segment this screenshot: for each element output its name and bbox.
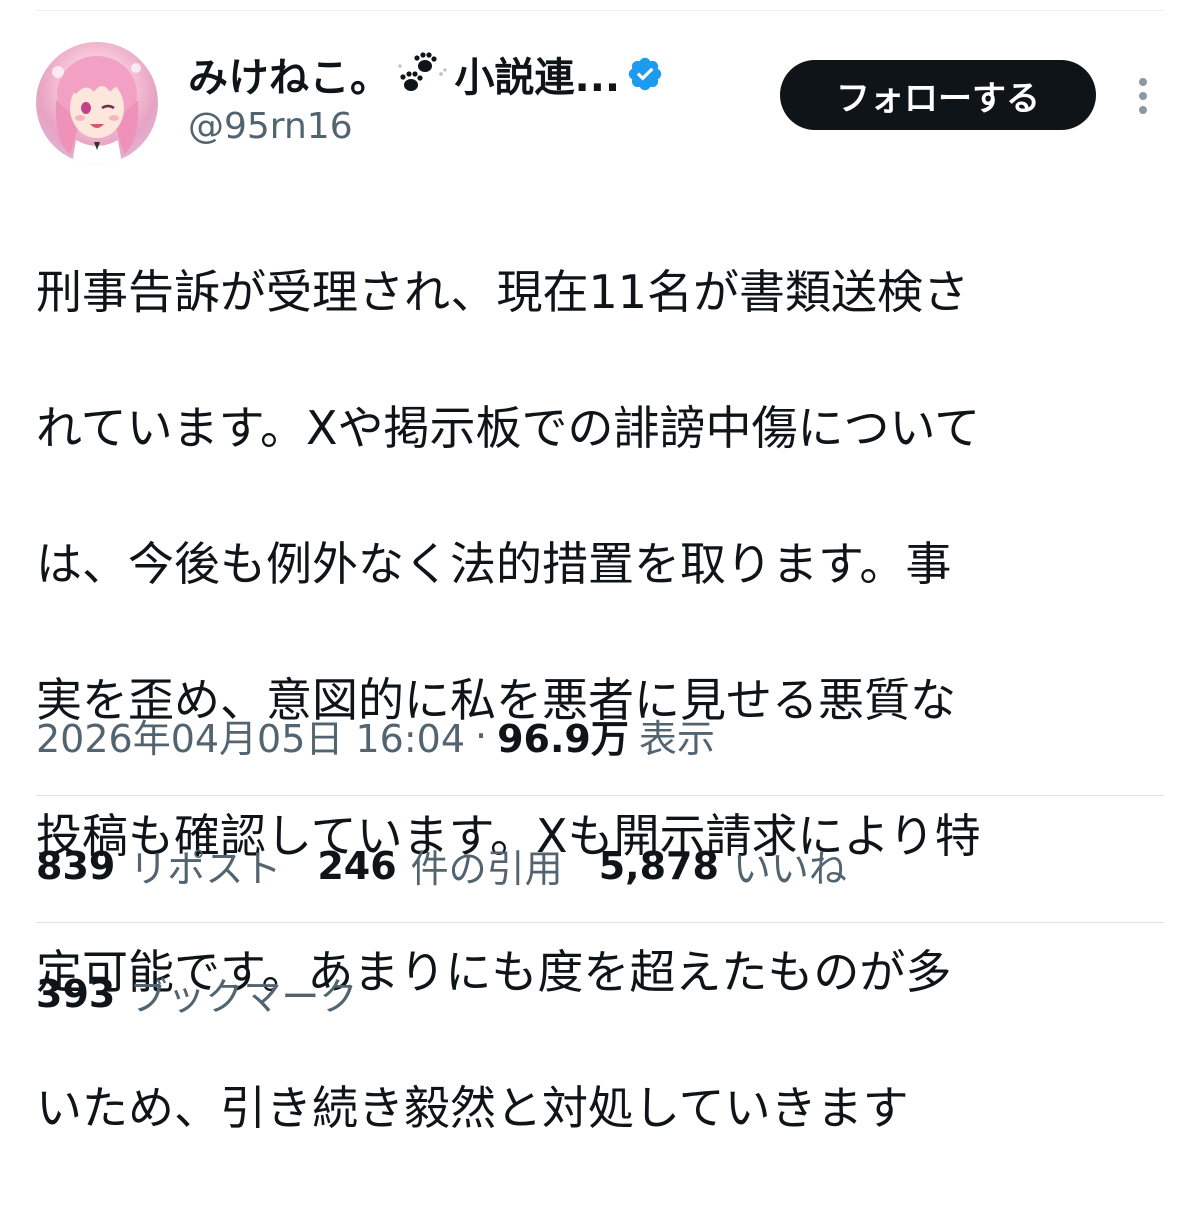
tweet-header: みけねこ。 小説連... @95rn16 フォローする <box>36 40 1164 170</box>
name-block: みけねこ。 小説連... @95rn16 <box>188 46 664 147</box>
quotes-label: 件の引用 <box>410 847 563 891</box>
views-count: 96.9万 <box>497 717 629 761</box>
display-name[interactable]: みけねこ。 <box>188 45 391 103</box>
top-divider <box>36 10 1164 11</box>
divider <box>36 795 1164 796</box>
tweet-text-line: は、今後も例外なく法的措置を取ります。事 <box>36 537 952 591</box>
verified-badge-icon <box>628 57 662 91</box>
engagement-stats: 839 リポスト 246 件の引用 5,878 いいね <box>36 838 883 893</box>
follow-button[interactable]: フォローする <box>780 60 1096 130</box>
tweet-text-line: れています。Xや掲示板での誹謗中傷について <box>36 401 981 455</box>
reposts-stat[interactable]: 839 リポスト <box>36 838 281 893</box>
bookmarks-stat[interactable]: 393 ブックマーク <box>36 966 357 1021</box>
timestamp[interactable]: 2026年04月05日 16:04 <box>36 708 465 763</box>
anime-girl-avatar-icon <box>52 56 141 164</box>
tweet-text-line: いため、引き続き毅然と対処していきます <box>36 1081 909 1135</box>
bookmarks-count: 393 <box>36 971 116 1016</box>
meta-separator: · <box>475 713 488 758</box>
avatar[interactable] <box>36 42 158 164</box>
display-name-rest[interactable]: 小説連... <box>455 45 621 103</box>
quotes-stat[interactable]: 246 件の引用 <box>317 838 562 893</box>
reposts-label: リポスト <box>129 847 282 891</box>
display-name-row[interactable]: みけねこ。 小説連... <box>188 46 664 102</box>
tweet-text: 刑事告訴が受理され、現在11名が書類送検さ れています。Xや掲示板での誹謗中傷に… <box>36 190 1172 1210</box>
divider <box>36 922 1164 923</box>
likes-label: いいね <box>732 847 847 891</box>
paw-prints-icon <box>397 52 447 91</box>
quotes-count: 246 <box>317 843 397 888</box>
likes-stat[interactable]: 5,878 いいね <box>599 838 847 893</box>
tweet-meta: 2026年04月05日 16:04 · 96.9万 表示 <box>36 708 715 763</box>
more-vertical-icon[interactable] <box>1128 74 1158 118</box>
reposts-count: 839 <box>36 843 116 888</box>
likes-count: 5,878 <box>598 843 719 888</box>
bookmarks-label: ブックマーク <box>129 975 358 1019</box>
tweet-text-line: 刑事告訴が受理され、現在11名が書類送検さ <box>36 265 969 319</box>
handle[interactable]: @95rn16 <box>188 106 664 147</box>
views-label: 表示 <box>638 717 715 761</box>
